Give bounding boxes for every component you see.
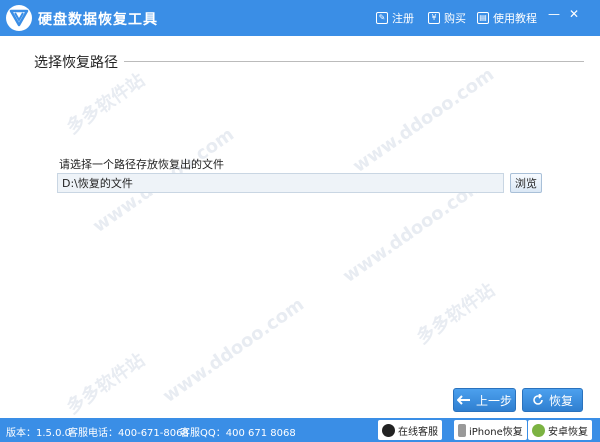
app-title: 硬盘数据恢复工具 [38,12,158,28]
section-title: 选择恢复路径 [34,55,118,71]
title-bar: 硬盘数据恢复工具 ✎ 注册 ¥ 购买 ▤ 使用教程 — ✕ [0,0,600,36]
edit-icon: ✎ [376,12,388,24]
path-input[interactable] [57,173,504,193]
path-prompt: 请选择一个路径存放恢复出的文件 [59,158,224,171]
section-divider [124,61,584,62]
register-label: 注册 [392,12,414,25]
tutorial-label: 使用教程 [493,12,537,25]
watermark-site: www.ddooo.com [349,63,498,178]
android-icon [532,423,545,437]
refresh-icon [533,394,543,405]
close-button[interactable]: ✕ [566,6,582,22]
version-text: 版本：1.5.0.0 [6,428,71,439]
watermark-brand: 多多软件站 [412,279,499,349]
iphone-icon [458,423,466,437]
prev-step-button[interactable]: 上一步 [453,388,516,412]
register-link[interactable]: ✎ 注册 [376,10,414,26]
buy-link[interactable]: ¥ 购买 [428,10,466,26]
qq-penguin-icon [382,423,395,437]
iphone-recover-button[interactable]: iPhone恢复 [454,420,527,440]
buy-label: 购买 [444,12,466,25]
shield-logo-icon [9,9,29,27]
back-arrow-icon [456,395,470,405]
app-logo [6,5,32,31]
watermark-brand: 多多软件站 [62,69,149,139]
online-service-label: 在线客服 [398,426,438,438]
prev-step-label: 上一步 [475,393,512,408]
minimize-button[interactable]: — [546,6,562,22]
online-service-button[interactable]: 在线客服 [378,420,442,440]
recover-button[interactable]: 恢复 [522,388,583,412]
iphone-recover-label: iPhone恢复 [469,426,523,438]
book-icon: ▤ [477,12,489,24]
yen-icon: ¥ [428,12,440,24]
status-bar: 版本：1.5.0.0 客服电话：400-671-8068 客服QQ：400 67… [0,418,600,442]
service-phone: 客服电话：400-671-8068 [68,428,189,439]
tutorial-link[interactable]: ▤ 使用教程 [477,10,537,26]
android-recover-label: 安卓恢复 [548,426,588,438]
service-qq: 客服QQ：400 671 8068 [180,428,296,439]
watermark-brand: 多多软件站 [62,349,149,419]
recover-label: 恢复 [548,393,573,408]
android-recover-button[interactable]: 安卓恢复 [528,420,592,440]
browse-button[interactable]: 浏览 [510,173,542,193]
watermark-site: www.ddooo.com [159,293,308,408]
